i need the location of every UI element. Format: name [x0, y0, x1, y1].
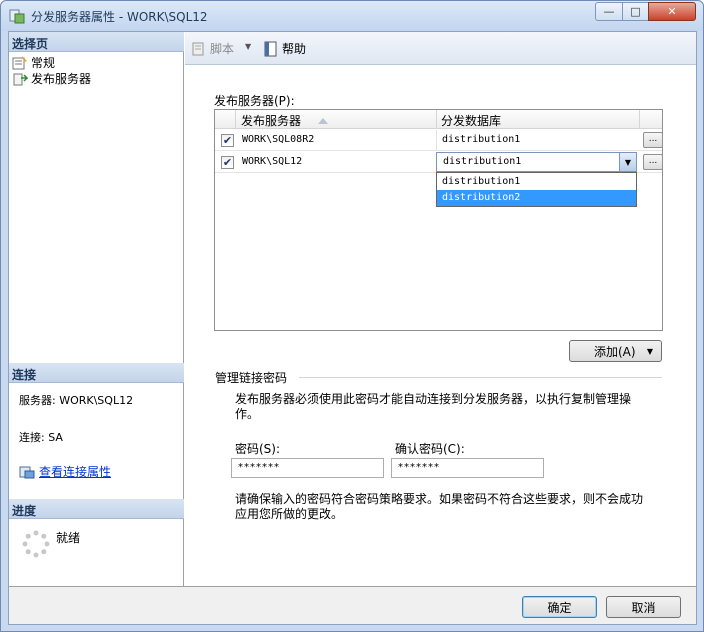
button-bar: 确定 取消 [9, 586, 696, 624]
chevron-down-icon: ▼ [624, 157, 632, 167]
title-bar[interactable]: 分发服务器属性 - WORK\SQL12 — □ ✕ [1, 1, 703, 31]
script-dropdown-arrow[interactable]: ▼ [245, 42, 251, 51]
column-header-publisher[interactable]: 发布服务器 [241, 112, 329, 129]
progress-status: 就绪 [56, 531, 81, 545]
column-header-distribution-db[interactable]: 分发数据库 [441, 112, 501, 129]
publishers-grid: 发布服务器 分发数据库 ✔ WORK\SQL08R2 distribution1… [214, 109, 663, 331]
connection-header: 连接 [9, 363, 184, 383]
progress-header: 进度 [9, 499, 184, 519]
page-item-label: 发布服务器 [31, 72, 92, 86]
distribution-database-cell[interactable]: distribution1 [442, 134, 520, 145]
help-icon [264, 41, 277, 56]
publisher-enable-checkbox[interactable]: ✔ [221, 134, 234, 147]
grid-header-divider [639, 110, 640, 129]
publisher-icon [13, 73, 28, 85]
select-page-header: 选择页 [9, 32, 184, 52]
cancel-button-label: 取消 [631, 600, 656, 615]
publisher-properties-button[interactable]: ... [643, 154, 663, 170]
script-button[interactable]: 脚本 [191, 40, 234, 57]
publisher-server-name: WORK\SQL12 [242, 156, 303, 167]
help-button[interactable]: 帮助 [263, 40, 306, 57]
ok-button-label: 确定 [547, 600, 572, 615]
password-field[interactable]: ******* [231, 458, 384, 478]
publisher-server-name: WORK\SQL08R2 [242, 134, 315, 145]
password-description: 发布服务器必须使用此密码才能自动连接到分发服务器，以执行复制管理操作。 [235, 392, 632, 421]
minimize-button[interactable]: — [595, 2, 623, 21]
page-item-general[interactable]: 常规 [12, 54, 55, 71]
distribution-database-combo[interactable]: distribution1 ▼ [436, 152, 637, 172]
grid-header: 发布服务器 分发数据库 [215, 110, 662, 129]
ok-button[interactable]: 确定 [522, 596, 597, 618]
view-connection-link-label[interactable]: 查看连接属性 [39, 463, 111, 480]
group-divider [299, 377, 662, 378]
grid-header-divider [235, 110, 236, 129]
view-connection-properties-link[interactable]: 查看连接属性 [19, 463, 111, 480]
password-label: 密码(S): [235, 442, 281, 456]
confirm-password-label: 确认密码(C): [395, 442, 465, 456]
close-button[interactable]: ✕ [648, 2, 696, 21]
password-group-label: 管理链接密码 [215, 371, 288, 385]
connection-properties-icon [19, 466, 35, 478]
checkmark-icon: ✔ [222, 134, 233, 147]
checkmark-icon: ✔ [222, 156, 233, 169]
server-info: 服务器: WORK\SQL12 [19, 394, 134, 407]
dropdown-arrow-icon: ▼ [646, 346, 653, 356]
combo-dropdown-button[interactable]: ▼ [619, 153, 636, 171]
maximize-button[interactable]: □ [622, 2, 649, 21]
grid-header-divider [436, 110, 437, 129]
combo-selected-value: distribution1 [443, 156, 522, 167]
window-title: 分发服务器属性 - WORK\SQL12 [31, 10, 208, 24]
cell-divider [436, 130, 437, 151]
dialog-client: 选择页 常规 发布服务器 连接 服务器: WORK\SQL12 连接: SA 查… [8, 31, 697, 625]
confirm-password-field[interactable]: ******* [391, 458, 544, 478]
add-button-label: 添加(A) [594, 344, 636, 359]
distribution-database-dropdown[interactable]: distribution1 distribution2 [436, 172, 637, 207]
connection-info: 连接: SA [19, 431, 63, 444]
table-row[interactable]: ✔ WORK\SQL08R2 distribution1 ... [215, 130, 663, 151]
script-icon [192, 42, 204, 55]
add-publisher-button[interactable]: 添加(A) ▼ [569, 340, 662, 362]
properties-icon [12, 55, 27, 69]
publisher-enable-checkbox[interactable]: ✔ [221, 156, 234, 169]
app-icon [9, 9, 25, 24]
left-panel: 选择页 常规 发布服务器 连接 服务器: WORK\SQL12 连接: SA 查… [9, 32, 184, 586]
dialog-window: 分发服务器属性 - WORK\SQL12 — □ ✕ 选择页 常规 发布服务器 … [0, 0, 704, 632]
script-label: 脚本 [210, 42, 235, 56]
password-policy-note: 请确保输入的密码符合密码策略要求。如果密码不符合这些要求，则不会成功应用您所做的… [235, 492, 644, 521]
page-item-label: 常规 [31, 56, 56, 70]
dropdown-option-selected[interactable]: distribution2 [437, 190, 636, 206]
sort-ascending-icon [317, 118, 328, 124]
help-label: 帮助 [282, 42, 307, 56]
page-item-publishers[interactable]: 发布服务器 [12, 70, 91, 87]
publishers-label: 发布服务器(P): [214, 94, 295, 108]
cancel-button[interactable]: 取消 [606, 596, 681, 618]
toolbar: 脚本 ▼ 帮助 [185, 32, 696, 65]
dropdown-arrow-icon: ▼ [245, 42, 252, 51]
progress-spinner-icon [22, 530, 50, 558]
publisher-properties-button[interactable]: ... [643, 132, 663, 148]
dropdown-option[interactable]: distribution1 [437, 174, 636, 190]
